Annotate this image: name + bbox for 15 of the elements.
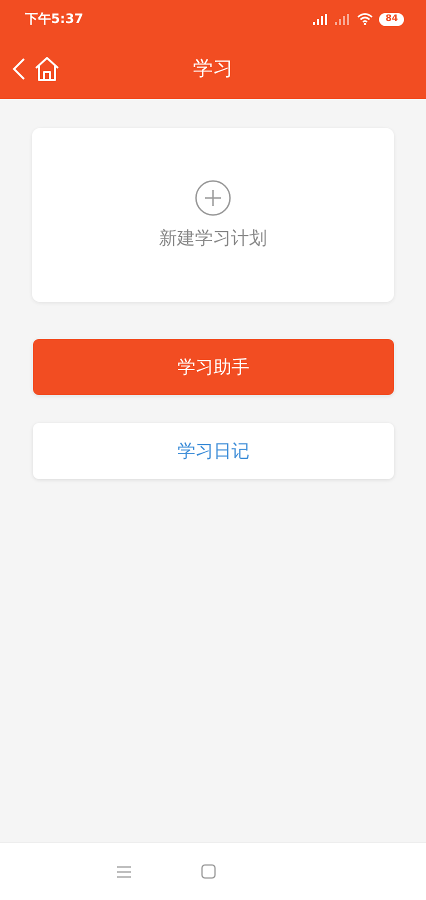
new-plan-card[interactable]: 新建学习计划: [32, 128, 394, 302]
home-square-icon[interactable]: [201, 864, 216, 879]
page-title: 学习: [193, 55, 233, 82]
status-time: 下午5:37: [25, 11, 84, 28]
diary-button[interactable]: 学习日记: [33, 423, 394, 479]
home-icon[interactable]: [34, 56, 60, 82]
battery-level: 84: [379, 12, 404, 26]
back-icon[interactable]: [12, 56, 26, 80]
plus-icon: [195, 180, 231, 216]
new-plan-label: 新建学习计划: [159, 227, 267, 250]
signal-icon: [335, 14, 352, 24]
wifi-icon: [357, 13, 374, 25]
menu-icon[interactable]: [117, 866, 131, 878]
assistant-button[interactable]: 学习助手: [33, 339, 394, 395]
signal-icon: [313, 14, 330, 24]
